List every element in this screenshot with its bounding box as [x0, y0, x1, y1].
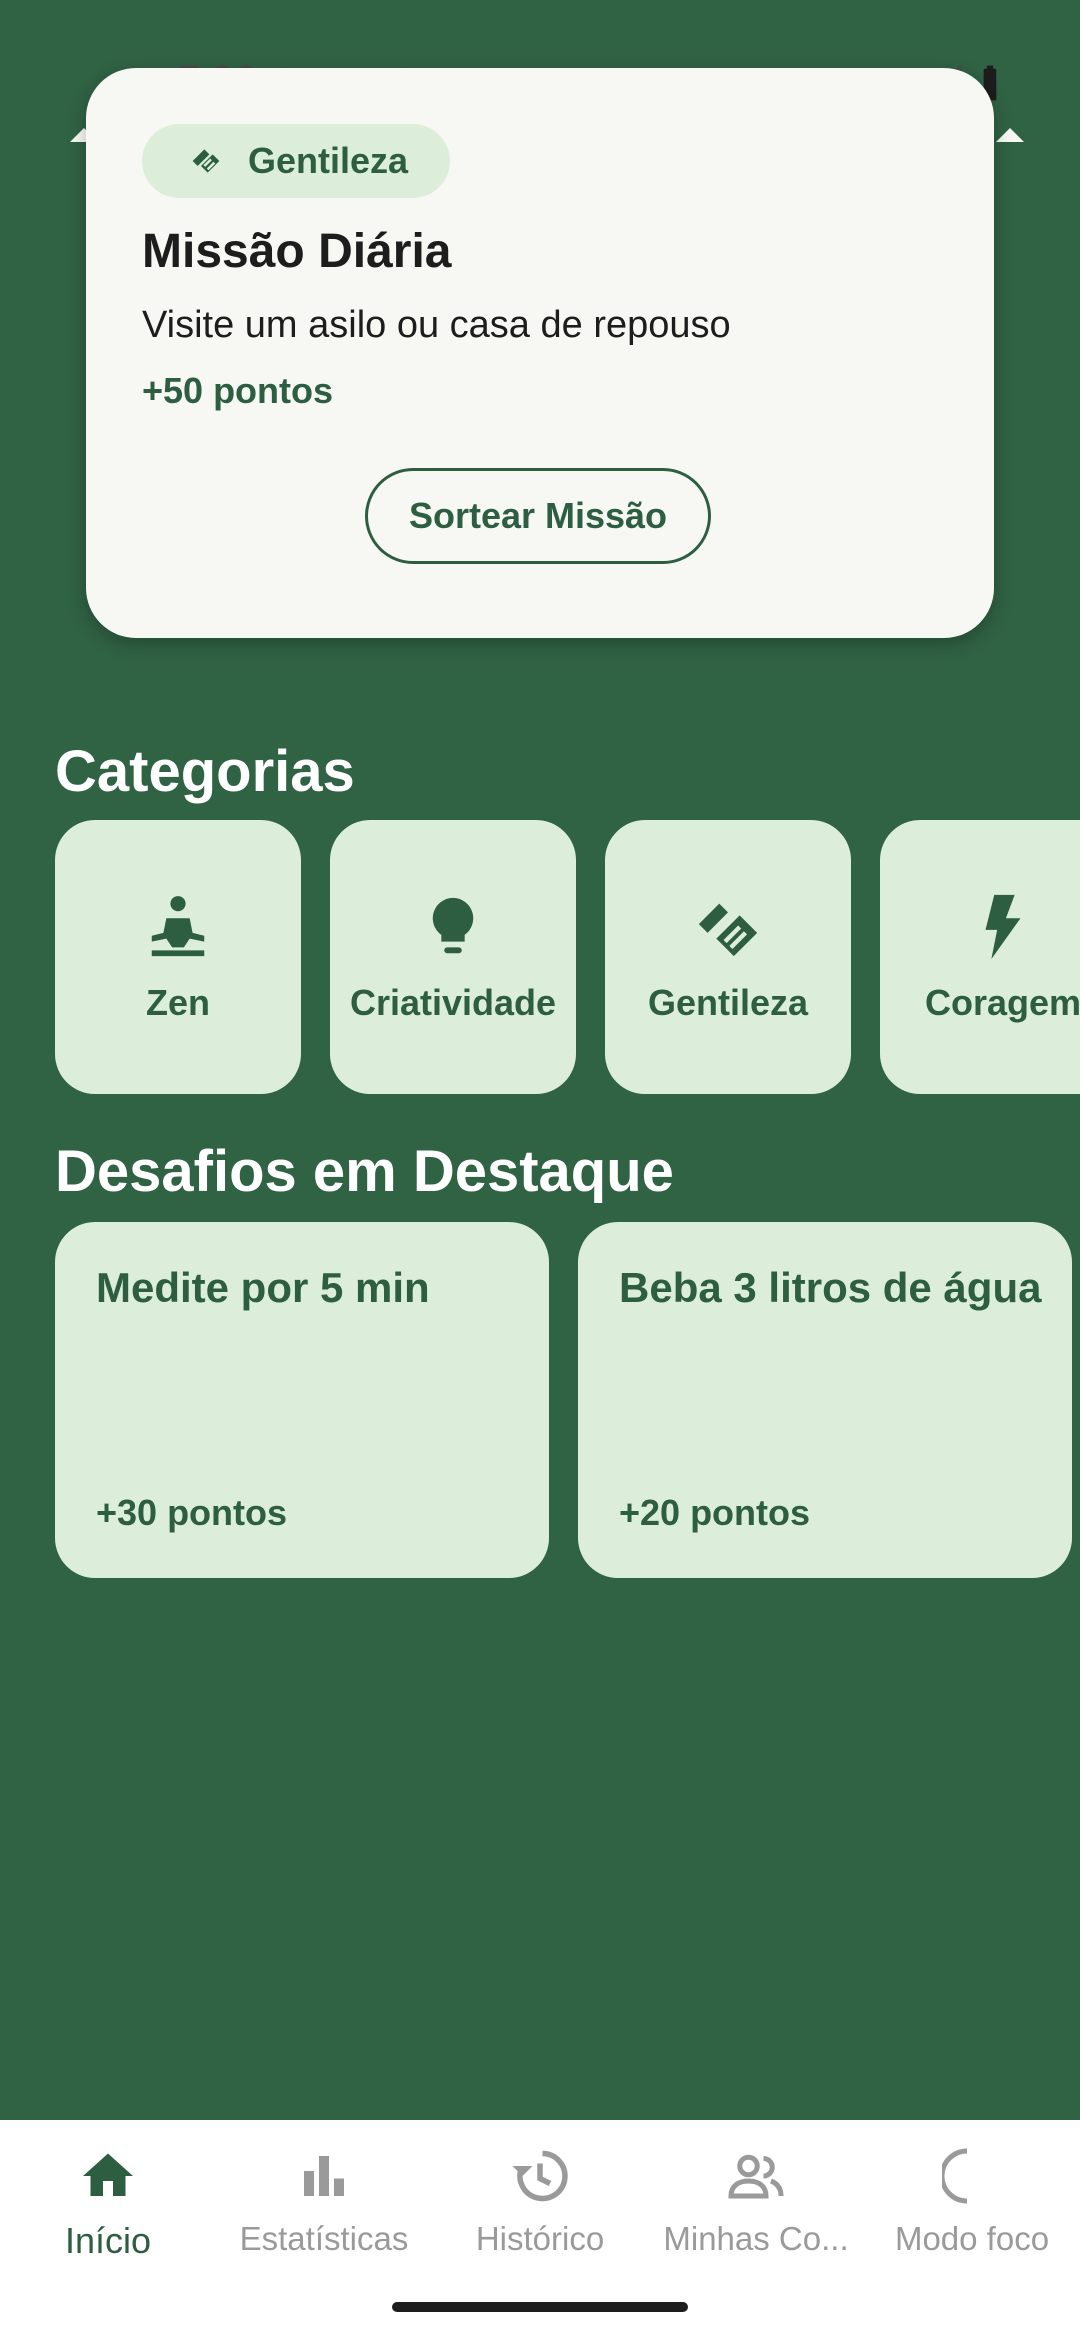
challenge-points: +30 pontos: [96, 1492, 288, 1533]
card-corner-decoration: [996, 128, 1024, 142]
nav-label: Estatísticas: [239, 2220, 409, 2257]
people-icon: [728, 2154, 784, 2199]
challenge-title: Medite por 5 min: [96, 1264, 430, 1311]
home-icon: [83, 2153, 133, 2196]
mission-category-label: Gentileza: [248, 140, 409, 181]
category-criatividade[interactable]: Criatividade: [330, 820, 576, 1094]
meditation-icon: [151, 896, 205, 957]
mission-points: +50 pontos: [142, 370, 334, 411]
category-zen[interactable]: Zen: [55, 820, 301, 1094]
category-coragem[interactable]: Coragem: [880, 820, 1080, 1094]
moon-icon: [942, 2148, 968, 2204]
category-gentileza[interactable]: Gentileza: [605, 820, 851, 1094]
nav-inicio[interactable]: Início: [0, 2146, 216, 2262]
nav-label: Modo foco: [894, 2220, 1050, 2257]
mission-title: Missão Diária: [142, 225, 452, 278]
challenge-points: +20 pontos: [619, 1492, 811, 1533]
nav-historico[interactable]: Histórico: [432, 2146, 648, 2258]
nav-label: Início: [64, 2220, 152, 2261]
mission-description: Visite um asilo ou casa de repouso: [142, 304, 731, 346]
nav-label: Histórico: [475, 2220, 605, 2257]
category-label: Gentileza: [647, 982, 809, 1023]
lightning-icon: [985, 894, 1021, 960]
featured-challenges-title: Desafios em Destaque: [55, 1139, 674, 1204]
handshake-icon: [698, 903, 758, 957]
nav-label: Minhas Co...: [663, 2220, 849, 2257]
bar-chart-icon: [304, 2156, 344, 2196]
history-icon: [512, 2150, 568, 2202]
category-label: Zen: [145, 982, 210, 1023]
categories-title: Categorias: [55, 739, 355, 804]
category-label: Coragem: [924, 982, 1080, 1023]
challenge-title: Beba 3 litros de água: [619, 1264, 1042, 1311]
nav-estatisticas[interactable]: Estatísticas: [216, 2146, 432, 2258]
lightbulb-icon: [432, 897, 474, 954]
challenge-card[interactable]: Beba 3 litros de água +20 pontos: [578, 1222, 1072, 1578]
mission-category-chip: Gentileza: [142, 124, 451, 198]
handshake-icon: [192, 149, 220, 173]
home-indicator[interactable]: [392, 2302, 688, 2312]
nav-minhas-conquistas[interactable]: Minhas Co...: [648, 2146, 864, 2258]
category-label: Criatividade: [349, 982, 557, 1023]
daily-mission-card: Gentileza Missão Diária Visite um asilo …: [86, 68, 994, 638]
draw-mission-button[interactable]: Sortear Missão: [365, 468, 711, 564]
challenge-card[interactable]: Medite por 5 min +30 pontos: [55, 1222, 549, 1578]
nav-modo-foco[interactable]: Modo foco: [864, 2146, 1080, 2258]
